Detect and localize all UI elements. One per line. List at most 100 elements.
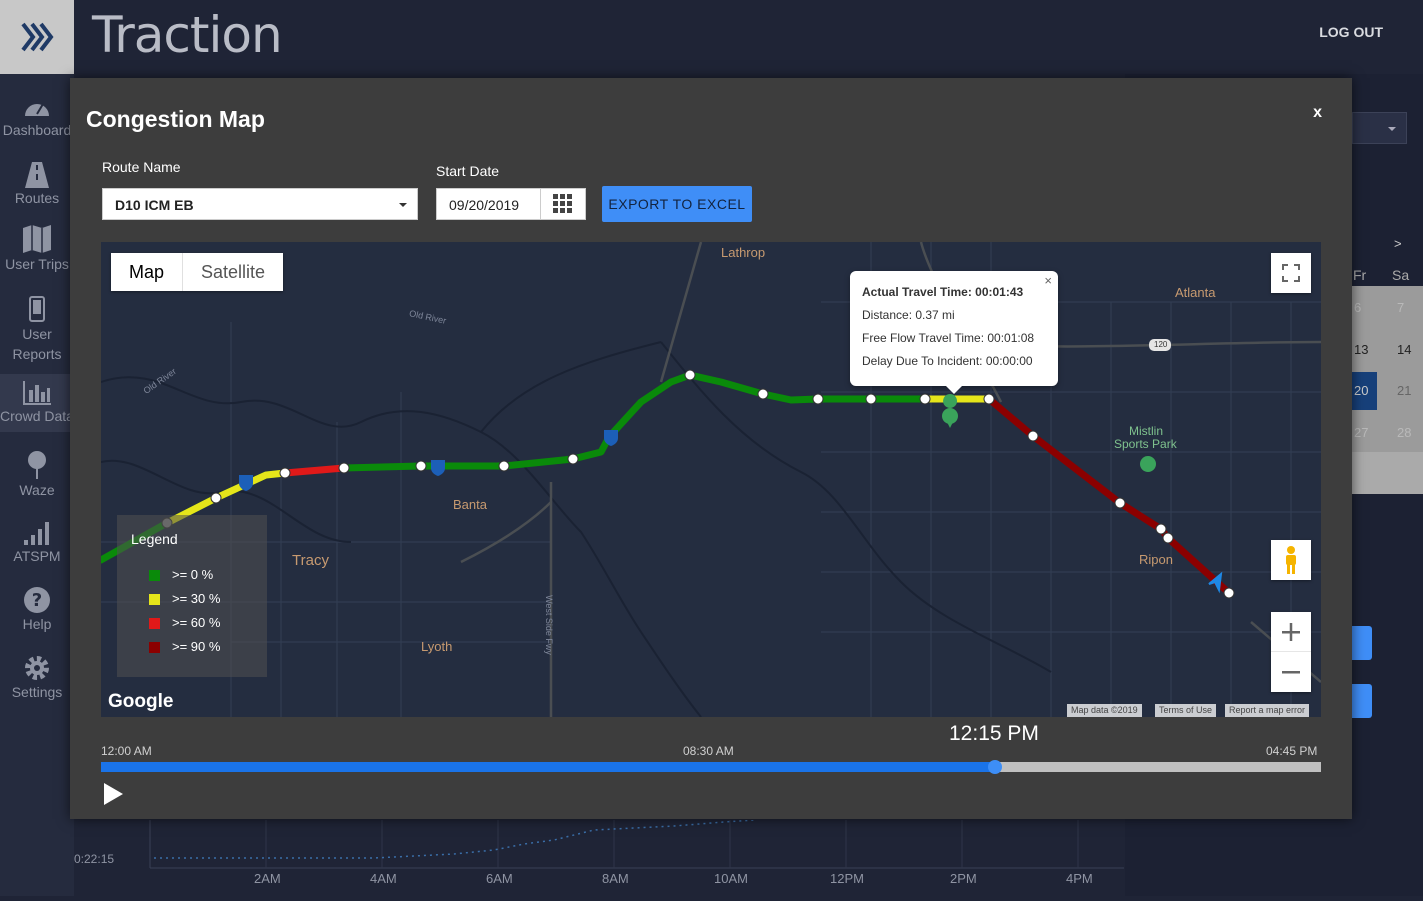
road-label: West Side Fwy (543, 595, 554, 655)
calendar-day[interactable]: 21 (1397, 383, 1411, 398)
gear-icon (25, 656, 49, 680)
legend-item: >= 90 % (149, 639, 220, 654)
plus-icon (1282, 622, 1300, 641)
zoom-out-button[interactable] (1271, 652, 1311, 692)
calendar-day[interactable]: 6 (1354, 300, 1361, 315)
place-label: Lyoth (421, 639, 453, 654)
sidebar-item-user-reports[interactable]: User Reports (0, 296, 74, 364)
timeline-progress (101, 762, 996, 772)
close-button[interactable]: x (1313, 104, 1322, 122)
background-button[interactable] (1352, 684, 1372, 718)
chart-x-label: 10AM (714, 871, 748, 886)
legend-swatch (149, 594, 160, 606)
road-shield-label: 120 (1154, 340, 1168, 349)
sidebar-item-crowd-data[interactable]: Crowd Data (0, 374, 74, 432)
sidebar-item-routes[interactable]: Routes (0, 162, 74, 206)
zoom-in-button[interactable] (1271, 612, 1311, 652)
sidebar-item-settings[interactable]: Settings (0, 654, 74, 700)
calendar-day[interactable]: 14 (1397, 342, 1411, 357)
route-name-label: Route Name (102, 159, 181, 175)
bar-chart-icon (23, 381, 51, 405)
map-icon (23, 225, 51, 253)
help-icon: ? (24, 587, 50, 613)
report-map-error-link[interactable]: Report a map error (1225, 704, 1310, 717)
chart-x-label: 2PM (950, 871, 977, 886)
sidebar-item-label: Crowd Data (0, 408, 74, 424)
background-button[interactable] (1352, 626, 1372, 660)
signal-bars-icon (24, 522, 49, 545)
sidebar-item-label: Waze (19, 482, 55, 498)
current-time: 12:15 PM (949, 722, 1039, 745)
info-close-button[interactable]: × (1044, 273, 1052, 288)
chart-x-label: 4AM (370, 871, 397, 886)
calendar-grid: 6 7 13 14 20 21 27 28 (1352, 286, 1423, 494)
sidebar-item-waze[interactable]: Waze (0, 450, 74, 498)
sidebar-item-label: Dashboard (2, 122, 72, 138)
timeline-slider[interactable] (101, 762, 1321, 772)
street-view-button[interactable] (1271, 540, 1311, 580)
place-label: Sports Park (1114, 437, 1177, 451)
calendar-day[interactable]: 27 (1354, 425, 1368, 440)
segment-info-window: × Actual Travel Time: 00:01:43 Distance:… (850, 271, 1058, 394)
map-type-satellite-button[interactable]: Satellite (183, 253, 283, 291)
pegman-icon (1286, 546, 1296, 574)
start-date-input[interactable]: 09/20/2019 (436, 188, 541, 220)
timeline-mid-label: 08:30 AM (683, 744, 734, 758)
calendar-header-sa: Sa (1392, 267, 1410, 283)
place-label: Tracy (292, 552, 329, 569)
legend-swatch (149, 570, 160, 582)
info-pointer (946, 386, 962, 394)
place-label: Banta (453, 497, 487, 512)
app-brand: Traction (92, 6, 283, 64)
legend-title: Legend (131, 531, 178, 547)
calendar-day[interactable]: 7 (1397, 300, 1404, 315)
sidebar: Dashboard Routes User Trips User Reports… (0, 74, 74, 896)
export-to-excel-button[interactable]: EXPORT TO EXCEL (602, 186, 752, 222)
map-type-control: Map Satellite (111, 253, 284, 291)
calendar-day[interactable]: 13 (1354, 342, 1368, 357)
sidebar-item-label: ATSPM (13, 548, 61, 564)
sidebar-item-label: Help (22, 616, 52, 632)
map-legend: Legend >= 0 % >= 30 % >= 60 % >= 90 % (117, 515, 267, 677)
start-date-label: Start Date (436, 163, 500, 179)
chart-x-label: 2AM (254, 871, 281, 886)
map-data-attribution: Map data ©2019 (1067, 704, 1142, 717)
calendar-day-selected[interactable]: 20 (1352, 372, 1377, 410)
phone-icon (29, 296, 45, 322)
calendar-button[interactable] (540, 188, 586, 220)
sidebar-item-label: User Trips (5, 256, 69, 272)
logout-link[interactable]: LOG OUT (1319, 24, 1383, 40)
sidebar-item-atspm[interactable]: ATSPM (0, 520, 74, 564)
sidebar-item-help[interactable]: ? Help (0, 586, 74, 632)
info-distance: Distance: 0.37 mi (862, 308, 955, 322)
calendar-next[interactable]: > (1394, 236, 1402, 251)
sidebar-item-user-trips[interactable]: User Trips (0, 224, 74, 272)
road-icon (25, 162, 49, 188)
background-select[interactable] (1352, 112, 1407, 144)
sidebar-item-dashboard[interactable]: Dashboard (0, 94, 74, 138)
congestion-map[interactable]: Lathrop Atlanta Banta Tracy Lyoth Mistli… (101, 242, 1321, 717)
logo[interactable] (0, 0, 74, 74)
google-logo: Google (108, 691, 174, 712)
sidebar-item-label: Settings (11, 684, 63, 700)
dashboard-gauge-icon (25, 103, 49, 116)
calendar-day[interactable]: 28 (1397, 425, 1411, 440)
chart-x-label: 8AM (602, 871, 629, 886)
map-canvas (101, 242, 1321, 717)
legend-item: >= 0 % (149, 567, 213, 582)
play-button[interactable] (104, 783, 123, 805)
fullscreen-button[interactable] (1271, 253, 1311, 293)
chevron-down-icon (399, 203, 407, 207)
calendar-grid-icon (553, 194, 572, 213)
info-actual-travel-time: Actual Travel Time: 00:01:43 (862, 285, 1024, 299)
chart-x-label: 12PM (830, 871, 864, 886)
top-bar: Traction LOG OUT (0, 0, 1423, 74)
sidebar-item-label: Routes (14, 190, 60, 206)
fullscreen-icon (1282, 264, 1300, 282)
chevrons-logo-icon (21, 22, 54, 52)
terms-of-use-link[interactable]: Terms of Use (1155, 704, 1217, 717)
route-select[interactable]: D10 ICM EB (102, 188, 418, 220)
sidebar-item-label: User Reports (12, 326, 62, 362)
svg-text:?: ? (32, 590, 42, 611)
map-type-map-button[interactable]: Map (111, 253, 184, 291)
